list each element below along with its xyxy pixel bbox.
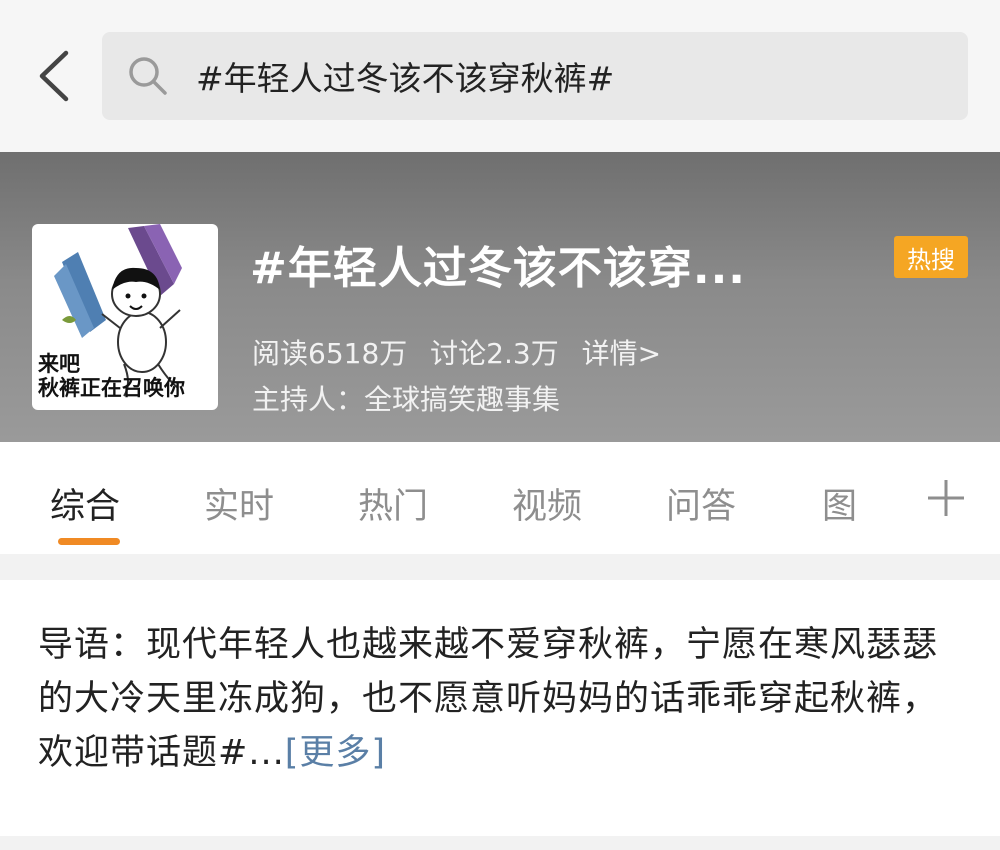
search-bar xyxy=(0,0,1000,152)
tab-comprehensive[interactable]: 综合 xyxy=(50,478,120,529)
tab-hot[interactable]: 热门 xyxy=(358,478,428,529)
section-divider xyxy=(0,554,1000,580)
tab-video[interactable]: 视频 xyxy=(512,478,582,529)
topic-intro: 导语：现代年轻人也越来越不爱穿秋裤，宁愿在寒风瑟瑟的大冷天里冻成狗，也不愿意听妈… xyxy=(38,618,968,780)
topic-thumbnail[interactable]: 来吧 秋裤正在召唤你 xyxy=(32,224,218,410)
search-box[interactable] xyxy=(102,32,968,120)
active-tab-indicator xyxy=(58,538,120,545)
back-arrow-icon xyxy=(39,50,69,102)
tab-qa[interactable]: 问答 xyxy=(666,478,736,529)
details-link[interactable]: 详情> xyxy=(582,337,661,370)
tab-pictures[interactable]: 图 xyxy=(822,478,857,529)
topic-header: 来吧 秋裤正在召唤你 #年轻人过冬该不该穿... 热搜 阅读6518万 讨论2.… xyxy=(0,152,1000,442)
topic-stats: 阅读6518万 讨论2.3万 详情> xyxy=(252,332,675,372)
intro-text: 导语：现代年轻人也越来越不爱穿秋裤，宁愿在寒风瑟瑟的大冷天里冻成狗，也不愿意听妈… xyxy=(38,625,939,773)
tab-fade xyxy=(862,462,912,542)
search-icon xyxy=(129,57,167,95)
more-link[interactable]: [更多] xyxy=(285,733,386,773)
thumbnail-caption: 来吧 秋裤正在召唤你 xyxy=(38,352,185,400)
tab-realtime[interactable]: 实时 xyxy=(204,478,274,529)
search-input[interactable] xyxy=(196,56,936,96)
tab-bar: 综合 实时 热门 视频 问答 图 xyxy=(0,442,1000,554)
thumbnail-caption-line1: 来吧 xyxy=(38,352,80,376)
thumbnail-caption-line2: 秋裤正在召唤你 xyxy=(38,376,185,400)
bottom-divider xyxy=(0,836,1000,850)
topic-title: #年轻人过冬该不该穿... xyxy=(250,243,747,294)
discussion-count: 讨论2.3万 xyxy=(430,337,559,370)
back-button[interactable] xyxy=(28,46,78,106)
topic-host: 主持人：全球搞笑趣事集 xyxy=(252,383,561,416)
hot-search-badge: 热搜 xyxy=(894,236,968,278)
read-count: 阅读6518万 xyxy=(252,337,408,370)
plus-icon[interactable] xyxy=(924,476,968,520)
